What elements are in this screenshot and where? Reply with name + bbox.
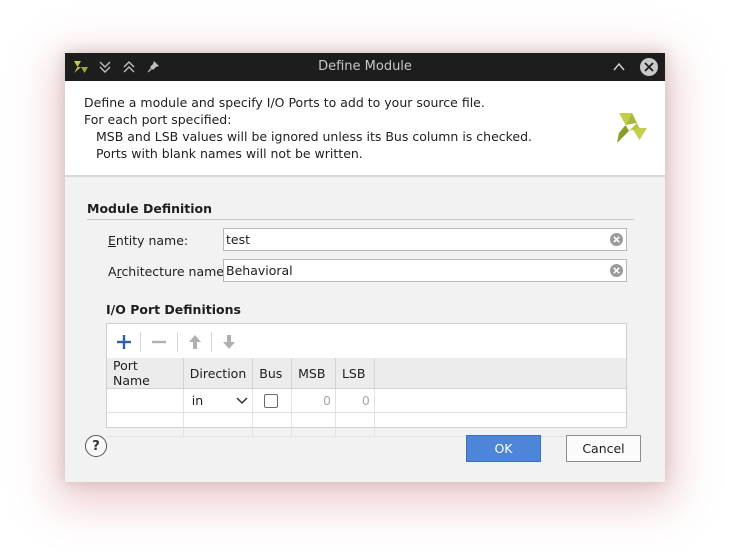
direction-cell[interactable]: in: [183, 388, 254, 413]
define-module-dialog: Define Module Define a module and specif…: [65, 53, 665, 482]
description-banner: Define a module and specify I/O Ports to…: [65, 81, 665, 177]
chevron-down-icon[interactable]: [236, 393, 248, 408]
architecture-name-input[interactable]: [224, 260, 596, 281]
filler-cell: [374, 388, 626, 413]
toolbar-separator: [177, 332, 178, 352]
section-divider: [87, 219, 634, 220]
toolbar-separator: [140, 332, 141, 352]
close-icon[interactable]: [637, 53, 661, 81]
empty-cell[interactable]: [183, 412, 254, 437]
description-line: For each port specified:: [84, 112, 232, 127]
module-definition-title: Module Definition: [87, 201, 213, 216]
bus-checkbox[interactable]: [264, 393, 279, 408]
add-icon[interactable]: [112, 330, 136, 354]
bus-cell[interactable]: [252, 388, 293, 413]
remove-icon[interactable]: [147, 330, 171, 354]
clear-icon[interactable]: [609, 263, 624, 278]
xilinx-logo-icon: [615, 111, 649, 148]
io-port-definitions-title: I/O Port Definitions: [106, 302, 241, 317]
ok-button[interactable]: OK: [466, 435, 541, 462]
lsb-cell[interactable]: 0: [335, 388, 375, 413]
io-port-panel: Port Name Direction Bus MSB LSB in 0 0: [106, 323, 627, 437]
move-up-icon[interactable]: [183, 330, 207, 354]
description-line: Define a module and specify I/O Ports to…: [84, 95, 485, 110]
description-text: Define a module and specify I/O Ports to…: [84, 94, 532, 162]
column-header-direction[interactable]: Direction: [183, 358, 254, 389]
msb-cell[interactable]: 0: [291, 388, 336, 413]
column-header-bus[interactable]: Bus: [252, 358, 293, 389]
entity-name-mnemonic: E: [108, 233, 116, 248]
port-name-cell[interactable]: [107, 388, 184, 413]
architecture-name-field[interactable]: [223, 259, 627, 282]
direction-value: in: [191, 393, 204, 408]
filler-cell: [374, 412, 626, 437]
table-row[interactable]: in 0 0: [107, 388, 626, 413]
entity-name-label: Entity name:: [108, 233, 188, 248]
window-title: Define Module: [318, 59, 412, 74]
help-button[interactable]: ?: [85, 435, 107, 457]
chevron-up-icon[interactable]: [607, 53, 631, 81]
empty-cell[interactable]: [107, 412, 184, 437]
clear-icon[interactable]: [609, 232, 624, 247]
architecture-name-label-text: chitecture name:: [121, 264, 229, 279]
column-header-filler: [374, 358, 626, 389]
architecture-name-label-pre: A: [108, 264, 117, 279]
io-port-table: Port Name Direction Bus MSB LSB in 0 0: [107, 358, 626, 437]
column-header-port-name[interactable]: Port Name: [107, 358, 184, 389]
move-down-icon[interactable]: [217, 330, 241, 354]
column-header-msb[interactable]: MSB: [291, 358, 336, 389]
table-row[interactable]: [107, 412, 626, 437]
entity-name-input[interactable]: [224, 229, 596, 250]
empty-cell[interactable]: [252, 412, 293, 437]
entity-name-field[interactable]: [223, 228, 627, 251]
column-header-lsb[interactable]: LSB: [335, 358, 375, 389]
entity-name-label-text: ntity name:: [115, 233, 189, 248]
architecture-name-label: Architecture name:: [108, 264, 228, 279]
empty-cell[interactable]: [335, 412, 375, 437]
description-line: Ports with blank names will not be writt…: [96, 146, 363, 161]
table-header-row: Port Name Direction Bus MSB LSB: [107, 358, 626, 389]
cancel-button[interactable]: Cancel: [566, 435, 641, 462]
title-bar-right-controls: [607, 53, 661, 81]
toolbar-separator: [211, 332, 212, 352]
empty-cell[interactable]: [291, 412, 336, 437]
description-line: MSB and LSB values will be ignored unles…: [96, 129, 533, 144]
title-bar[interactable]: Define Module: [65, 53, 665, 81]
